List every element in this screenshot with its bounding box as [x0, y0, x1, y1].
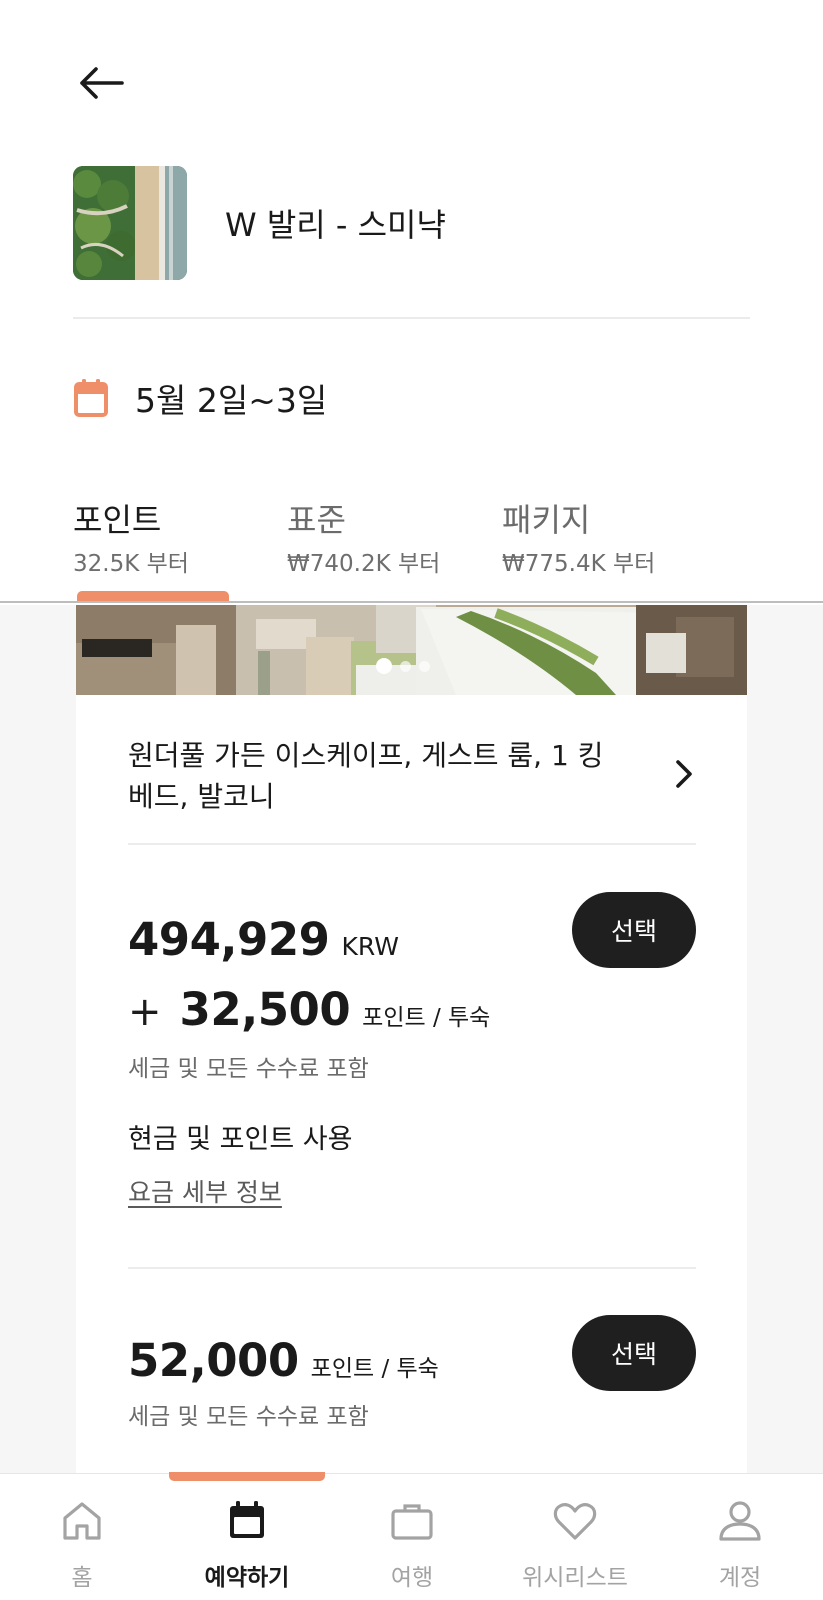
tab-price: ₩775.4K 부터	[502, 551, 656, 577]
tax-note: 세금 및 모든 수수료 포함	[128, 1404, 369, 1430]
room-card: 원더풀 가든 이스케이프, 게스트 룸, 1 킹베드, 발코니 494,929 …	[76, 605, 747, 1473]
select-button[interactable]: 선택	[572, 1315, 696, 1391]
rates-content[interactable]: 원더풀 가든 이스케이프, 게스트 룸, 1 킹베드, 발코니 494,929 …	[0, 605, 823, 1473]
rate-points-only-price: 52,000 포인트 / 투숙	[128, 1334, 439, 1387]
stay-dates: 5월 2일~3일	[135, 381, 328, 420]
points-unit: 포인트 / 투숙	[310, 1356, 439, 1382]
back-arrow-icon	[80, 67, 124, 99]
select-button[interactable]: 선택	[572, 892, 696, 968]
nav-active-indicator	[169, 1472, 325, 1481]
tab-standard[interactable]: 표준 ₩740.2K 부터	[287, 496, 440, 580]
chevron-right-icon	[672, 757, 696, 795]
nav-account[interactable]: 계정	[660, 1496, 820, 1592]
payment-type: 현금 및 포인트 사용	[128, 1124, 353, 1155]
calendar-icon	[222, 1496, 272, 1546]
points-unit: 포인트 / 투숙	[362, 1005, 491, 1031]
rate-details-link[interactable]: 요금 세부 정보	[128, 1173, 282, 1209]
nav-wishlist[interactable]: 위시리스트	[495, 1496, 655, 1592]
date-selector[interactable]: 5월 2일~3일	[73, 374, 327, 422]
heart-icon	[550, 1496, 600, 1546]
tab-price: ₩740.2K 부터	[287, 551, 441, 577]
nav-label: 홈	[71, 1565, 93, 1591]
active-tab-indicator	[77, 591, 229, 601]
points-amount: 52,000	[128, 1334, 299, 1387]
person-icon	[715, 1496, 765, 1546]
divider	[73, 317, 750, 319]
points-amount: 32,500	[179, 983, 351, 1036]
hotel-name: W 발리 - 스미냑	[225, 206, 446, 244]
nav-label: 예약하기	[204, 1565, 290, 1591]
briefcase-icon	[387, 1496, 437, 1546]
tab-package[interactable]: 패키지 ₩775.4K 부터	[502, 496, 655, 580]
tab-points[interactable]: 포인트 32.5K 부터	[73, 496, 189, 580]
nav-home[interactable]: 홈	[2, 1496, 162, 1592]
room-title: 원더풀 가든 이스케이프, 게스트 룸, 1 킹베드, 발코니	[128, 739, 604, 813]
tab-price: 32.5K 부터	[73, 551, 189, 577]
nav-label: 위시리스트	[522, 1565, 628, 1591]
hotel-thumbnail	[73, 166, 187, 280]
currency: KRW	[341, 932, 399, 961]
carousel-dot-active[interactable]	[376, 658, 392, 674]
tax-note: 세금 및 모든 수수료 포함	[128, 1056, 369, 1082]
hotel-header: W 발리 - 스미냑	[73, 166, 750, 280]
bottom-nav: 홈 예약하기 여행 위시리스트 계정	[0, 1472, 823, 1600]
tab-label: 포인트	[73, 501, 162, 539]
cash-amount: 494,929	[128, 913, 330, 966]
carousel-dot[interactable]	[400, 660, 411, 672]
rate-points-price: + 32,500 포인트 / 투숙	[128, 983, 490, 1036]
room-details-link[interactable]: 원더풀 가든 이스케이프, 게스트 룸, 1 킹베드, 발코니	[128, 735, 696, 817]
nav-trips[interactable]: 여행	[332, 1496, 492, 1592]
plus-sign: +	[128, 989, 162, 1035]
calendar-icon	[73, 378, 109, 418]
nav-label: 계정	[718, 1565, 762, 1591]
carousel-dot[interactable]	[419, 660, 430, 672]
carousel-dots	[376, 658, 430, 674]
rate-tabs: 포인트 32.5K 부터 표준 ₩740.2K 부터 패키지 ₩775.4K 부…	[0, 496, 823, 603]
tab-label: 패키지	[502, 501, 591, 539]
tab-label: 표준	[287, 501, 346, 539]
nav-booking[interactable]: 예약하기	[167, 1496, 327, 1592]
nav-label: 여행	[390, 1565, 434, 1591]
room-image-carousel[interactable]	[76, 605, 747, 695]
rate-cash-price: 494,929 KRW	[128, 913, 399, 966]
divider	[128, 843, 696, 845]
home-icon	[57, 1496, 107, 1546]
divider	[128, 1267, 696, 1269]
back-button[interactable]	[74, 58, 128, 108]
